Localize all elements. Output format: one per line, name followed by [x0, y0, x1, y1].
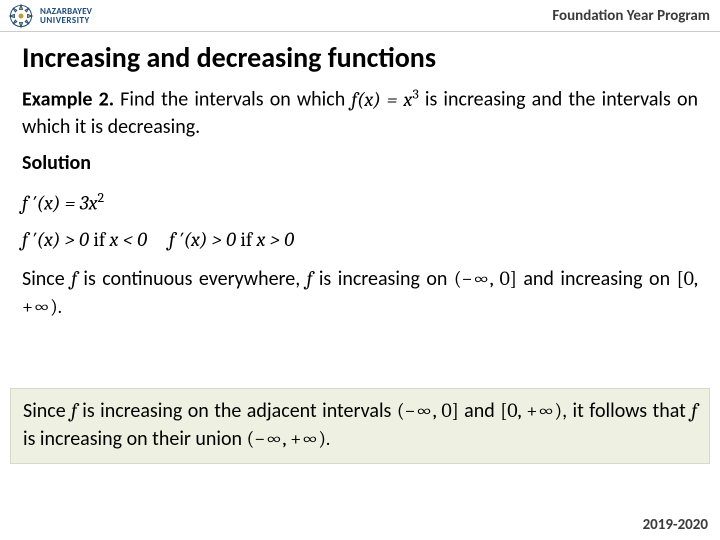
- top-bar: NAZARBAYEV UNIVERSITY Foundation Year Pr…: [0, 0, 720, 32]
- derivative-line: f ′(x) = 3x2: [22, 189, 698, 215]
- content-area: Increasing and decreasing functions Exam…: [22, 40, 698, 321]
- slide-title: Increasing and decreasing functions: [22, 40, 698, 75]
- solution-label: Solution: [22, 151, 698, 175]
- logo-text: NAZARBAYEV UNIVERSITY: [40, 7, 92, 25]
- conclusion-callout: Since f is increasing on the adjacent in…: [10, 388, 710, 464]
- slide: NAZARBAYEV UNIVERSITY Foundation Year Pr…: [0, 0, 720, 540]
- footer-year: 2019-2020: [643, 516, 708, 534]
- example-label: Example 2.: [22, 88, 114, 112]
- example-text-before: Find the intervals on which: [114, 88, 351, 112]
- sign-line: f ′(x) > 0 if x < 0f ′(x) > 0 if x > 0: [22, 228, 698, 251]
- example-statement: Example 2. Find the intervals on which f…: [22, 85, 698, 141]
- program-name: Foundation Year Program: [552, 7, 710, 25]
- university-logo: NAZARBAYEV UNIVERSITY: [8, 3, 92, 29]
- logo-emblem-icon: [8, 3, 34, 29]
- since-paragraph: Since f is continuous everywhere, f is i…: [22, 265, 698, 321]
- example-fx: f(x) = x3: [351, 88, 418, 111]
- logo-line2: UNIVERSITY: [40, 16, 92, 25]
